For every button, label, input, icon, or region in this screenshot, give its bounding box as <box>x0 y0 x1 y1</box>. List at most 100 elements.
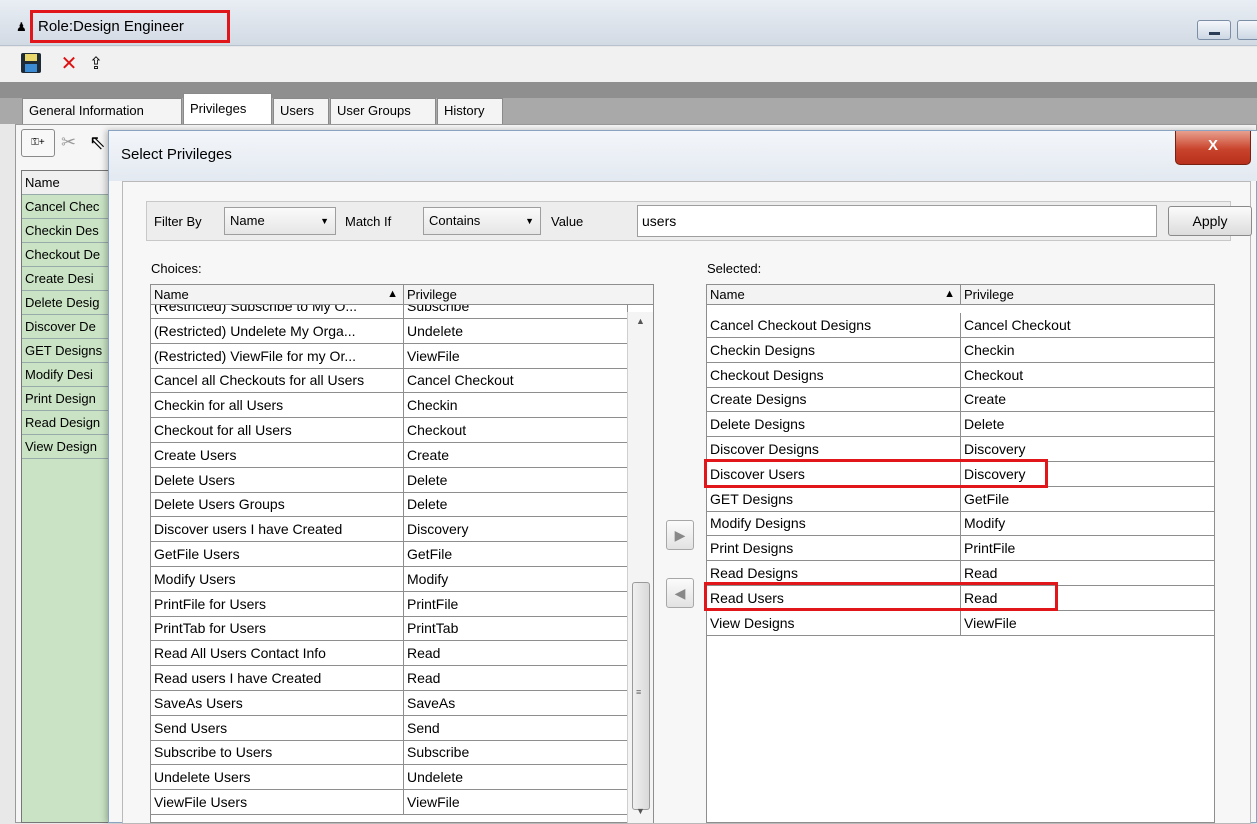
apply-button[interactable]: Apply <box>1168 206 1252 236</box>
table-row[interactable]: (Restricted) Subscribe to My O... Subscri… <box>151 305 628 319</box>
table-row[interactable]: Subscribe to Users Subscribe <box>151 740 628 766</box>
privilege-cell: Undelete <box>404 765 628 791</box>
add-to-selected-button[interactable]: ▶ <box>666 520 694 550</box>
match-if-select[interactable]: Contains ▼ <box>423 207 541 235</box>
tab-general-information[interactable]: General Information <box>22 98 182 124</box>
name-cell: Discover users I have Created <box>151 517 404 543</box>
scroll-up-icon[interactable]: ▲ <box>636 316 645 326</box>
list-header[interactable]: Name <box>22 171 116 195</box>
remove-from-selected-button[interactable]: ◀ <box>666 578 694 608</box>
list-item[interactable]: Cancel Chec <box>22 195 116 219</box>
list-item[interactable]: Modify Desi <box>22 363 116 387</box>
privilege-cell: PrintFile <box>404 591 628 617</box>
name-cell: Modify Users <box>151 566 404 592</box>
table-row[interactable]: Undelete Users Undelete <box>151 765 628 791</box>
name-cell: Delete Designs <box>707 412 961 438</box>
table-row[interactable]: Checkin for all Users Checkin <box>151 393 628 419</box>
close-button[interactable]: X <box>1175 131 1251 165</box>
tab-privileges[interactable]: Privileges <box>183 93 272 125</box>
privilege-cell: Create <box>404 442 628 468</box>
privilege-cell: Delete <box>404 467 628 493</box>
table-row[interactable]: Create Users Create <box>151 442 628 468</box>
table-row[interactable]: Print Designs PrintFile <box>707 536 1214 562</box>
table-row[interactable]: GET Designs GetFile <box>707 486 1214 512</box>
table-row[interactable]: Cancel all Checkouts for all Users Cancel… <box>151 368 628 394</box>
table-row[interactable]: ViewFile Users ViewFile <box>151 790 628 815</box>
grip-icon: ≡ <box>636 687 642 697</box>
privilege-cell: Checkout <box>404 418 628 443</box>
table-row[interactable]: Create Designs Create <box>707 387 1214 413</box>
name-cell: Print Designs <box>707 536 961 562</box>
table-row[interactable]: Cancel Checkout Designs Cancel Checkout <box>707 313 1214 338</box>
scrollbar-thumb[interactable]: ≡ <box>632 582 650 810</box>
tab-history[interactable]: History <box>437 98 503 124</box>
name-cell: Subscribe to Users <box>151 740 404 766</box>
table-row[interactable]: Read users I have Created Read <box>151 666 628 691</box>
table-row[interactable]: Send Users Send <box>151 715 628 741</box>
list-item[interactable]: Delete Desig <box>22 291 116 315</box>
choices-name-header[interactable]: Name ▲ <box>151 285 404 305</box>
table-row[interactable]: Checkout for all Users Checkout <box>151 418 628 443</box>
name-cell: Modify Designs <box>707 511 961 537</box>
maximize-button[interactable] <box>1237 20 1257 40</box>
remove-privilege-icon[interactable]: ✂ <box>61 129 87 157</box>
table-row[interactable]: Delete Users Delete <box>151 467 628 493</box>
table-row[interactable]: Checkout Designs Checkout <box>707 362 1214 388</box>
selected-name-header[interactable]: Name ▲ <box>707 285 961 305</box>
selected-table: Name ▲ Privilege Cancel Checkout Designs… <box>706 284 1215 823</box>
privilege-cell: GetFile <box>404 542 628 567</box>
list-item[interactable]: Checkin Des <box>22 219 116 243</box>
sort-ascending-icon: ▲ <box>387 288 398 300</box>
privilege-cell: Subscribe <box>404 305 628 319</box>
choices-privilege-header[interactable]: Privilege <box>404 285 653 305</box>
table-row[interactable]: PrintFile for Users PrintFile <box>151 591 628 617</box>
filter-by-label: Filter By <box>154 214 202 229</box>
privilege-cell: SaveAs <box>404 690 628 716</box>
main-toolbar: ✕ ⇪ <box>0 47 1257 82</box>
table-row[interactable]: Discover users I have Created Discovery <box>151 517 628 543</box>
table-row[interactable]: Checkin Designs Checkin <box>707 337 1214 363</box>
table-row[interactable]: Delete Designs Delete <box>707 412 1214 438</box>
table-row[interactable]: Delete Users Groups Delete <box>151 492 628 518</box>
list-item[interactable]: Checkout De <box>22 243 116 267</box>
filter-by-select[interactable]: Name ▼ <box>224 207 336 235</box>
tab-user-groups[interactable]: User Groups <box>330 98 436 124</box>
choices-scrollbar[interactable]: ▲ ≡ ▼ <box>627 312 653 823</box>
minimize-button[interactable] <box>1197 20 1231 40</box>
table-row[interactable]: Read All Users Contact Info Read <box>151 641 628 667</box>
scroll-down-icon[interactable]: ▼ <box>636 806 645 816</box>
name-cell: Cancel all Checkouts for all Users <box>151 368 404 394</box>
window-title: Role:Design Engineer <box>30 10 230 43</box>
table-row[interactable]: View Designs ViewFile <box>707 610 1214 636</box>
list-item[interactable]: Print Design <box>22 387 116 411</box>
privilege-cell: Checkout <box>961 363 1214 388</box>
list-item[interactable]: Read Design <box>22 411 116 435</box>
export-icon[interactable]: ⇪ <box>84 52 108 76</box>
name-cell: (Restricted) Undelete My Orga... <box>151 318 404 344</box>
table-row[interactable]: Modify Designs Modify <box>707 511 1214 537</box>
table-row[interactable]: PrintTab for Users PrintTab <box>151 616 628 642</box>
table-row[interactable]: Modify Users Modify <box>151 566 628 592</box>
value-input[interactable]: users <box>637 205 1157 237</box>
add-privilege-icon[interactable]: ⚿+ <box>21 129 55 157</box>
selected-privilege-header[interactable]: Privilege <box>961 285 1214 305</box>
name-cell: SaveAs Users <box>151 690 404 716</box>
table-row[interactable]: GetFile Users GetFile <box>151 542 628 567</box>
name-cell: ViewFile Users <box>151 790 404 815</box>
list-item[interactable]: View Design <box>22 435 116 459</box>
match-if-label: Match If <box>345 214 392 229</box>
table-row[interactable]: SaveAs Users SaveAs <box>151 690 628 716</box>
privilege-cell: Cancel Checkout <box>404 368 628 394</box>
choices-label: Choices: <box>151 261 202 276</box>
delete-icon[interactable]: ✕ <box>57 52 81 76</box>
privilege-cell: Checkin <box>404 393 628 419</box>
tab-users[interactable]: Users <box>273 98 329 124</box>
table-row[interactable]: (Restricted) Undelete My Orga... Undelete <box>151 318 628 344</box>
list-item[interactable]: Create Desi <box>22 267 116 291</box>
table-row[interactable]: (Restricted) ViewFile for my Or... ViewFi… <box>151 343 628 369</box>
list-item[interactable]: Discover De <box>22 315 116 339</box>
save-icon[interactable] <box>19 52 43 76</box>
privilege-cell: Modify <box>961 511 1214 537</box>
name-cell: View Designs <box>707 610 961 636</box>
list-item[interactable]: GET Designs <box>22 339 116 363</box>
